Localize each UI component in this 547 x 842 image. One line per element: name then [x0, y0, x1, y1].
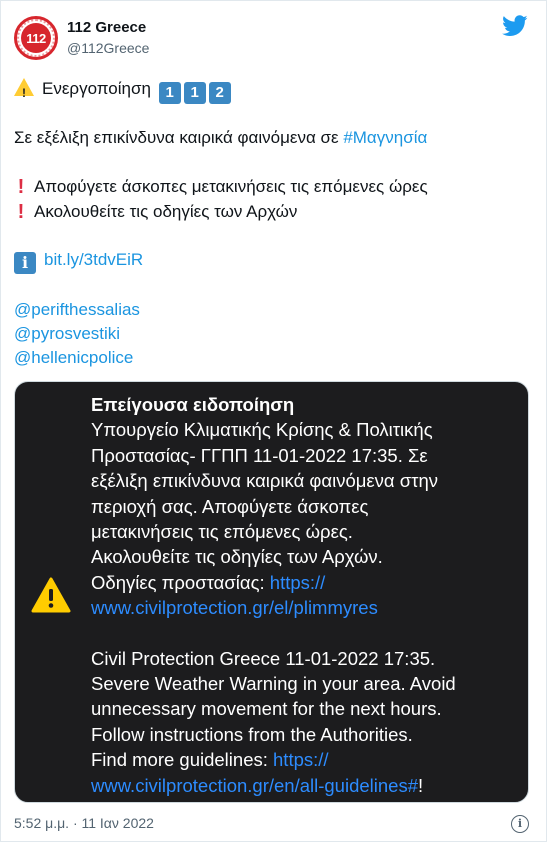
warning-emoji-icon — [14, 78, 34, 105]
twitter-bird-icon[interactable] — [502, 15, 528, 37]
short-link[interactable]: bit.ly/3tdvEiR — [44, 250, 143, 269]
alert-line: Civil Protection Greece 11-01-2022 17:35… — [91, 647, 436, 669]
alert-title: Επείγουσα ειδοποίηση — [91, 394, 295, 415]
tweet-line-link: i bit.ly/3tdvEiR — [14, 248, 143, 274]
hashtag-link[interactable]: #Μαγνησία — [343, 128, 427, 147]
alert-line: Follow instructions from the Authorities… — [91, 723, 413, 745]
keycap-digit-icon: 1 — [183, 82, 206, 104]
account-name[interactable]: 112 Greece — [67, 19, 146, 36]
alert-line: Προστασίας- ΓΓΠΠ 11-01-2022 17:35. Σε — [91, 444, 428, 466]
alert-line: περιοχή σας. Αποφύγετε άσκοπες — [91, 495, 369, 517]
greek-guidelines-link: www.civilprotection.gr/el/plimmyres — [91, 597, 378, 619]
follow-text: Ακολουθείτε τις οδηγίες των Αρχών — [34, 202, 298, 221]
red-exclamation-icon: ! — [17, 176, 25, 198]
alert-spacer — [91, 621, 521, 646]
english-guidelines-link: www.civilprotection.gr/en/all-guidelines… — [91, 774, 418, 796]
alert-line: Οδηγίες προστασίας: https:// — [91, 570, 521, 595]
tweet-card: 112 112 Greece @112Greece Ενεργοποίηση 1… — [0, 0, 547, 842]
red-exclamation-icon: ! — [17, 201, 25, 223]
tweet-timestamp[interactable]: 5:52 μ.μ. · 11 Ιαν 2022 — [14, 815, 154, 831]
ongoing-text: Σε εξέλιξη επικίνδυνα καιρικά φαινόμενα … — [14, 128, 344, 147]
english-link-suffix: ! — [418, 774, 424, 796]
alert-line: Ακολουθείτε τις οδηγίες των Αρχών. — [91, 546, 383, 568]
avatar-ring — [17, 19, 55, 57]
alert-warning-triangle-icon — [31, 577, 71, 613]
tweet-line-activation: Ενεργοποίηση 112 — [14, 77, 231, 105]
tweet-line-follow: ! Ακολουθείτε τις οδηγίες των Αρχών — [14, 200, 298, 224]
mention-link[interactable]: @hellenicpolice — [14, 346, 133, 370]
avatar[interactable]: 112 — [14, 16, 58, 60]
greek-guidelines-link: https:// — [269, 571, 326, 593]
mention-link[interactable]: @pyrosvestiki — [14, 322, 120, 346]
alert-line: unnecessary movement for the next hours. — [91, 698, 442, 720]
greek-link-prefix: Οδηγίες προστασίας: — [91, 571, 270, 593]
alert-line: μετακινήσεις τις επόμενες ώρες. — [91, 521, 353, 543]
alert-line: Υπουργείο Κλιματικής Κρίσης & Πολιτικής — [91, 419, 433, 441]
tweet-line-ongoing: Σε εξέλιξη επικίνδυνα καιρικά φαινόμενα … — [14, 126, 427, 150]
alert-line: εξέλιξη επικίνδυνα καιρικά φαινόμενα στη… — [91, 470, 439, 492]
alert-line: www.civilprotection.gr/en/all-guidelines… — [91, 773, 521, 798]
emergency-alert-image[interactable]: Επείγουσα ειδοποίηση Υπουργείο Κλιματική… — [14, 381, 529, 803]
alert-text: Επείγουσα ειδοποίηση Υπουργείο Κλιματική… — [91, 392, 521, 798]
activation-text: Ενεργοποίηση — [42, 79, 151, 98]
alert-line: Find more guidelines: https:// — [91, 747, 521, 772]
english-link-prefix: Find more guidelines: — [91, 749, 274, 771]
account-handle[interactable]: @112Greece — [67, 40, 149, 56]
info-circle-icon[interactable]: i — [511, 815, 529, 833]
english-guidelines-link: https:// — [273, 749, 329, 771]
keycap-digit-icon: 2 — [208, 82, 231, 104]
mention-link[interactable]: @perifthessalias — [14, 298, 140, 322]
avoid-text: Αποφύγετε άσκοπες μετακινήσεις τις επόμε… — [34, 177, 428, 196]
keycap-digit-icon: 1 — [158, 82, 181, 104]
information-emoji-icon: i — [14, 252, 36, 274]
tweet-line-avoid: ! Αποφύγετε άσκοπες μετακινήσεις τις επόμ… — [14, 175, 428, 199]
alert-line: Severe Weather Warning in your area. Avo… — [91, 673, 456, 695]
